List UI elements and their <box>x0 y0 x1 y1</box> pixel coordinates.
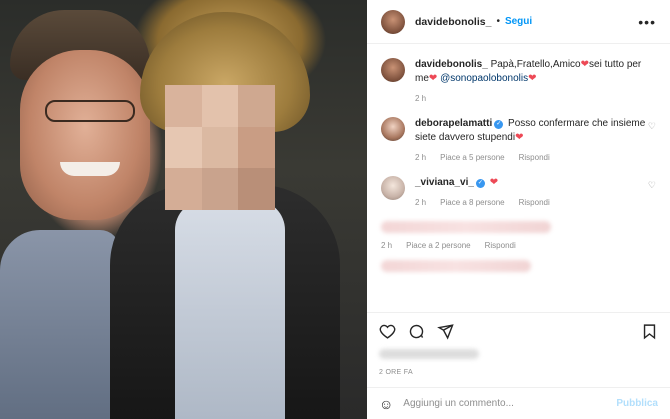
heart-icon[interactable] <box>379 323 396 340</box>
comment-like-icon[interactable]: ♡ <box>648 117 656 132</box>
author-avatar[interactable] <box>381 9 405 34</box>
comment-input[interactable] <box>403 398 617 409</box>
post-sidebar: davidebonolis_ • Segui ••• davidebonolis… <box>367 0 670 419</box>
heart-emoji-icon: ❤ <box>515 132 524 143</box>
post-time-ago: 2 ORE FA <box>379 369 413 376</box>
bookmark-icon[interactable] <box>641 323 658 340</box>
follow-button[interactable]: Segui <box>505 16 532 27</box>
comments-list[interactable]: davidebonolis_ Papà,Fratello,Amico❤sei t… <box>367 44 670 312</box>
comment-likes[interactable]: Piace a 2 persone <box>406 241 471 250</box>
comment-time: 2 h <box>415 153 427 162</box>
emoji-icon[interactable]: ☺ <box>379 396 393 412</box>
more-options-icon[interactable]: ••• <box>638 14 656 30</box>
heart-emoji-icon: ❤ <box>580 59 590 70</box>
send-icon[interactable] <box>437 323 454 340</box>
blurred-comment-text <box>381 221 551 233</box>
author-username[interactable]: davidebonolis_ <box>415 16 491 28</box>
caption: davidebonolis_ Papà,Fratello,Amico❤sei t… <box>381 58 656 103</box>
commenter-avatar[interactable] <box>381 117 405 141</box>
commenter-username[interactable]: deborapelamatti <box>415 118 492 129</box>
comment-time: 2 h <box>381 241 393 250</box>
comment-time: 2 h <box>415 198 427 207</box>
heart-emoji-icon: ❤ <box>428 73 438 84</box>
add-comment-bar: ☺ Pubblica <box>367 387 670 419</box>
blurred-comment-text <box>381 260 531 272</box>
post-photo <box>0 0 367 419</box>
caption-time: 2 h <box>415 94 427 103</box>
comment-item: _viviana_vi_ ✓ ❤ 2 h Piace a 8 persone Ri… <box>381 176 656 207</box>
comment-like-icon[interactable]: ♡ <box>648 176 656 191</box>
post-header: davidebonolis_ • Segui ••• <box>367 0 670 44</box>
comment-likes[interactable]: Piace a 5 persone <box>440 153 505 162</box>
reply-button[interactable]: Rispondi <box>519 153 550 162</box>
verified-badge-icon: ✓ <box>494 120 504 129</box>
caption-text-before: Papà,Fratello,Amico <box>490 59 581 70</box>
comment-icon[interactable] <box>408 323 425 340</box>
caption-mention[interactable]: @sonopaolobonolis <box>440 73 528 84</box>
commenter-username[interactable]: _viviana_vi_ <box>415 177 474 188</box>
reply-button[interactable]: Rispondi <box>519 198 550 207</box>
comment-item-blurred: 2 h Piace a 2 persone Rispondi <box>381 221 656 250</box>
author-avatar[interactable] <box>381 58 405 82</box>
comment-item: deborapelamatti ✓ Posso confermare che in… <box>381 117 656 162</box>
separator-dot: • <box>496 16 500 27</box>
pixelated-face <box>165 85 275 210</box>
comment-likes[interactable]: Piace a 8 persone <box>440 198 505 207</box>
verified-badge-icon: ✓ <box>475 179 485 188</box>
commenter-avatar[interactable] <box>381 176 405 200</box>
publish-button[interactable]: Pubblica <box>616 398 658 409</box>
post-actions: 2 ORE FA <box>367 312 670 376</box>
heart-emoji-icon: ❤ <box>489 177 499 188</box>
blurred-likes-count <box>379 349 479 359</box>
reply-button[interactable]: Rispondi <box>485 241 516 250</box>
caption-username[interactable]: davidebonolis_ <box>415 59 488 70</box>
heart-emoji-icon: ❤ <box>528 73 537 84</box>
